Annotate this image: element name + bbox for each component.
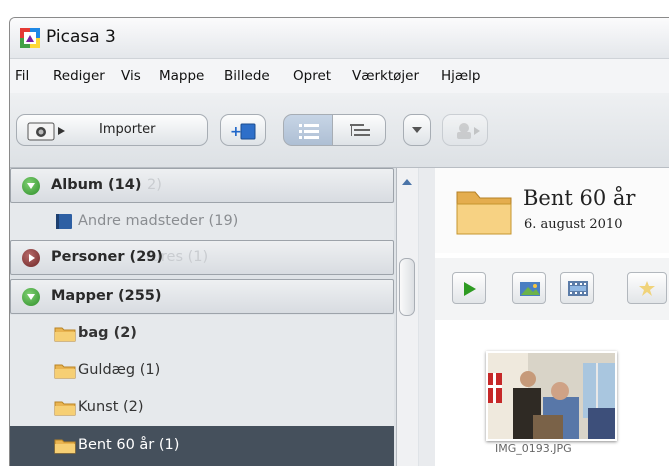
folders-section-header[interactable]: Mapper (255) (10, 279, 394, 314)
chevron-down-icon (412, 127, 422, 133)
folder-icon (54, 364, 76, 379)
library-scrollbar[interactable] (396, 168, 418, 466)
menu-fil[interactable]: Fil (15, 68, 29, 84)
album-title: Bent 60 år (523, 186, 636, 210)
scrollbar-thumb[interactable] (399, 258, 415, 316)
folder-icon (54, 439, 76, 454)
picasa-window: Picasa 3 Fil Rediger Vis Mappe Billede O… (9, 17, 669, 466)
album-view: Bent 60 år 6. august 2010 IMG_0193.JPG (435, 168, 669, 466)
film-strip-icon (568, 281, 588, 296)
add-album-icon: + (230, 123, 256, 140)
folder-label: bag (2) (78, 325, 137, 341)
album-date: 6. august 2010 (524, 217, 623, 232)
folder-icon (54, 401, 76, 416)
folder-item-guldaeg[interactable]: Guldæg (1) (10, 352, 394, 389)
library-tree: 2) Album (14) Andre madsteder (19) tures… (10, 168, 419, 466)
toolbar: Importer + (10, 93, 669, 168)
collage-button[interactable] (512, 272, 546, 304)
menu-vaerktojer[interactable]: Værktøjer (352, 68, 419, 84)
menu-mappe[interactable]: Mappe (159, 68, 204, 84)
folder-item-bag[interactable]: bag (2) (10, 315, 394, 352)
triangle-down-icon (27, 294, 35, 300)
menu-hjaelp[interactable]: Hjælp (441, 68, 480, 84)
star-button[interactable] (627, 272, 667, 304)
album-action-bar (435, 258, 669, 320)
album-header-label: Album (14) (51, 177, 142, 193)
folder-item-bent-60-ar[interactable]: Bent 60 år (1) (10, 426, 394, 466)
menu-billede[interactable]: Billede (224, 68, 270, 84)
play-slideshow-button[interactable] (452, 272, 486, 304)
album-section-header[interactable]: 2) Album (14) (10, 168, 394, 203)
list-view-icon (299, 124, 319, 139)
svg-text:+: + (230, 124, 242, 140)
menu-bar: Fil Rediger Vis Mappe Billede Opret Værk… (10, 58, 669, 94)
expand-toggle-people[interactable] (22, 249, 40, 267)
picasa-logo-icon (20, 28, 40, 48)
upload-icon (457, 123, 480, 139)
star-icon (639, 281, 655, 296)
album-item-andre-madsteder[interactable]: Andre madsteder (19) (10, 203, 394, 240)
large-folder-icon (456, 191, 512, 235)
triangle-down-icon (27, 183, 35, 189)
camera-icon (27, 122, 65, 141)
upload-button-disabled[interactable] (442, 114, 488, 146)
folder-label: Guldæg (1) (78, 362, 161, 378)
import-button[interactable]: Importer (16, 114, 208, 146)
menu-opret[interactable]: Opret (293, 68, 331, 84)
photo-thumbnail[interactable] (486, 351, 617, 441)
folder-label: Bent 60 år (1) (78, 437, 180, 453)
list-view-button[interactable] (283, 114, 333, 146)
folder-label: Kunst (2) (78, 399, 144, 415)
options-dropdown-button[interactable] (403, 114, 431, 146)
folders-header-label: Mapper (255) (51, 288, 162, 304)
movie-button[interactable] (560, 272, 594, 304)
import-label: Importer (99, 122, 156, 137)
expand-toggle-folders[interactable] (22, 288, 40, 306)
menu-vis[interactable]: Vis (121, 68, 141, 84)
play-icon (464, 282, 476, 296)
scroll-up-icon[interactable] (401, 178, 413, 186)
collage-icon (520, 282, 540, 296)
triangle-right-icon (29, 254, 35, 262)
tree-view-button[interactable] (332, 114, 386, 146)
title-bar: Picasa 3 (10, 18, 669, 58)
people-section-header[interactable]: tures (1) Personer (29) (10, 240, 394, 275)
window-title: Picasa 3 (46, 27, 116, 47)
album-item-label: Andre madsteder (19) (78, 213, 239, 229)
tree-view-icon (350, 124, 370, 136)
expand-toggle-album[interactable] (22, 177, 40, 195)
album-book-icon (56, 214, 72, 229)
photo-image (488, 353, 615, 439)
folder-icon (54, 327, 76, 342)
album-header: Bent 60 år 6. august 2010 (435, 168, 669, 253)
menu-rediger[interactable]: Rediger (53, 68, 105, 84)
people-header-label: Personer (29) (51, 249, 163, 265)
folder-item-kunst[interactable]: Kunst (2) (10, 389, 394, 426)
photo-caption: IMG_0193.JPG (495, 442, 572, 455)
add-to-album-button[interactable]: + (220, 114, 266, 146)
overlapped-text: 2) (147, 177, 162, 193)
